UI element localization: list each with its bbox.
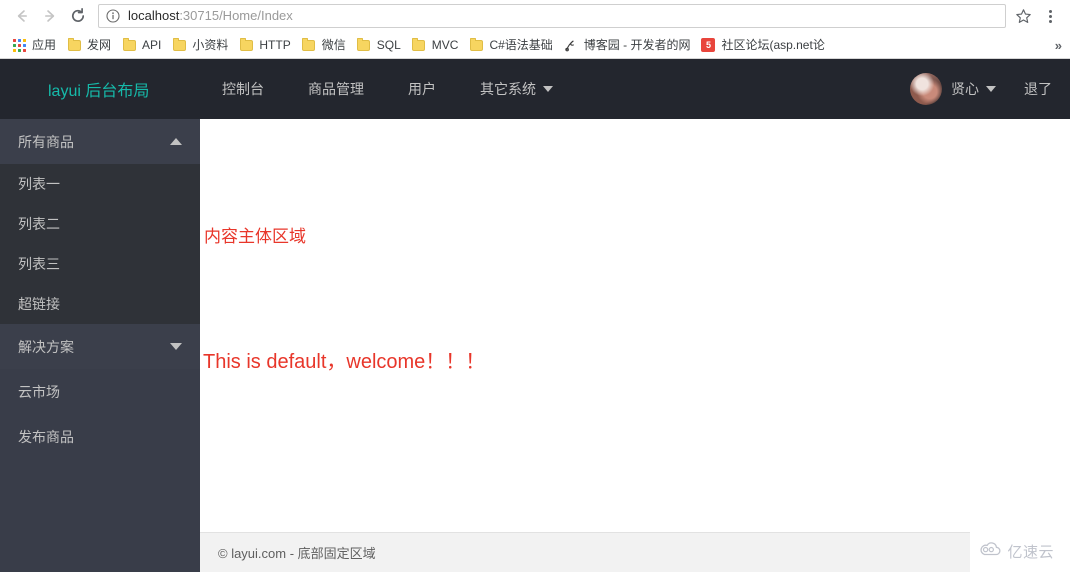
browser-toolbar: localhost:30715/Home/Index xyxy=(0,0,1070,32)
address-bar[interactable]: localhost:30715/Home/Index xyxy=(98,4,1006,28)
chevron-down-icon xyxy=(543,86,553,92)
bookmark-folder-fawang[interactable]: 发网 xyxy=(61,34,116,56)
avatar[interactable] xyxy=(910,73,942,105)
reload-icon[interactable] xyxy=(64,2,92,30)
sidebar-item-label: 云市场 xyxy=(18,383,60,400)
footer-text: © layui.com - 底部固定区域 xyxy=(218,546,376,561)
browser-chrome: localhost:30715/Home/Index 应用 发网 API 小资料… xyxy=(0,0,1070,59)
forum-icon: 5 xyxy=(700,37,716,53)
bookmark-overflow-icon[interactable]: » xyxy=(1055,38,1062,53)
bookmark-apps[interactable]: 应用 xyxy=(6,34,61,56)
folder-icon xyxy=(66,37,82,53)
watermark-text: 亿速云 xyxy=(1007,543,1054,561)
sidebar-item-publish-goods[interactable]: 发布商品 xyxy=(0,414,200,459)
page-info-icon[interactable] xyxy=(105,8,121,24)
header-nav: 控制台 商品管理 用户 其它系统 xyxy=(200,59,575,119)
content-welcome-text: This is default，welcome！！！ xyxy=(203,351,486,373)
nav-item-label: 商品管理 xyxy=(308,81,364,97)
bookmark-forum[interactable]: 5 社区论坛(asp.net论 xyxy=(695,34,829,56)
app-body: 所有商品 列表一 列表二 列表三 超链接 解决方案 云市场 发布商品 内容主体区… xyxy=(0,119,1070,572)
sidebar-item-list-one[interactable]: 列表一 xyxy=(0,164,200,204)
bookmark-folder-sql[interactable]: SQL xyxy=(351,34,406,56)
content-heading: 内容主体区域 xyxy=(204,227,306,246)
sidebar-item-hyperlink[interactable]: 超链接 xyxy=(0,284,200,324)
bookmark-cnblogs[interactable]: 博客园 - 开发者的网 xyxy=(558,34,696,56)
sidebar-item-label: 列表三 xyxy=(18,256,60,272)
folder-icon xyxy=(121,37,137,53)
folder-icon xyxy=(301,37,317,53)
bookmark-label: 微信 xyxy=(321,38,346,52)
sidebar-item-label: 发布商品 xyxy=(18,428,74,445)
folder-icon xyxy=(411,37,427,53)
sidebar-item-cloud-market[interactable]: 云市场 xyxy=(0,369,200,414)
folder-icon xyxy=(238,37,254,53)
bookmark-folder-xiaoziliao[interactable]: 小资料 xyxy=(166,34,233,56)
chevron-down-icon xyxy=(986,86,996,92)
main-content: 内容主体区域 This is default，welcome！！！ xyxy=(200,119,1070,572)
bookmark-label: API xyxy=(142,38,162,52)
bookmark-label: SQL xyxy=(376,38,401,52)
watermark: 亿速云 xyxy=(977,540,1054,562)
bookmark-folder-csharp[interactable]: C#语法基础 xyxy=(463,34,557,56)
url-path: :30715/Home/Index xyxy=(179,8,293,23)
user-name-label: 贤心 xyxy=(951,81,979,97)
bookmark-label: 小资料 xyxy=(192,38,229,52)
sidebar-item-label: 列表一 xyxy=(18,176,60,192)
chevron-down-icon xyxy=(170,343,182,350)
app-footer: © layui.com - 底部固定区域 xyxy=(200,532,970,572)
logout-button[interactable]: 退了 xyxy=(1024,79,1052,99)
layui-admin-page: layui 后台布局 控制台 商品管理 用户 其它系统 贤心 退了 所有商品 列… xyxy=(0,59,1070,572)
header-user-area: 贤心 退了 xyxy=(910,59,1070,119)
sidebar-item-list-three[interactable]: 列表三 xyxy=(0,244,200,284)
bookmark-label: 发网 xyxy=(87,38,112,52)
bookmark-folder-api[interactable]: API xyxy=(116,34,166,56)
sidebar-submenu-all-goods: 列表一 列表二 列表三 超链接 xyxy=(0,164,200,324)
sidebar-group-label: 所有商品 xyxy=(18,133,74,150)
bookmark-folder-weixin[interactable]: 微信 xyxy=(296,34,351,56)
url-text: localhost:30715/Home/Index xyxy=(128,8,293,24)
sidebar-group-all-goods[interactable]: 所有商品 xyxy=(0,119,200,164)
folder-icon xyxy=(468,37,484,53)
bookmark-bar: 应用 发网 API 小资料 HTTP 微信 SQL MVC C#语法基础 博客园… xyxy=(0,32,1070,58)
sidebar-item-list-two[interactable]: 列表二 xyxy=(0,204,200,244)
nav-item-user[interactable]: 用户 xyxy=(386,59,458,119)
bookmark-label: C#语法基础 xyxy=(489,38,553,52)
bookmark-label: 社区论坛(asp.net论 xyxy=(721,38,825,52)
user-menu[interactable]: 贤心 xyxy=(951,79,996,99)
cloud-icon xyxy=(977,540,1003,562)
bookmark-label: MVC xyxy=(431,38,459,52)
bookmark-folder-mvc[interactable]: MVC xyxy=(406,34,464,56)
sidebar-group-label: 解决方案 xyxy=(18,338,74,355)
nav-item-goods[interactable]: 商品管理 xyxy=(286,59,386,119)
url-host: localhost xyxy=(128,8,180,23)
nav-item-console[interactable]: 控制台 xyxy=(200,59,286,119)
cnblogs-icon xyxy=(563,37,579,53)
back-arrow-icon[interactable] xyxy=(8,2,36,30)
content-body: 内容主体区域 This is default，welcome！！！ xyxy=(200,119,1070,532)
sidebar: 所有商品 列表一 列表二 列表三 超链接 解决方案 云市场 发布商品 xyxy=(0,119,200,572)
app-logo[interactable]: layui 后台布局 xyxy=(0,59,200,119)
bookmark-folder-http[interactable]: HTTP xyxy=(233,34,295,56)
app-header: layui 后台布局 控制台 商品管理 用户 其它系统 贤心 退了 xyxy=(0,59,1070,119)
forward-arrow-icon[interactable] xyxy=(36,2,64,30)
nav-item-other-system[interactable]: 其它系统 xyxy=(458,59,575,119)
sidebar-item-label: 超链接 xyxy=(18,296,60,312)
nav-item-label: 控制台 xyxy=(222,81,264,97)
sidebar-group-solutions[interactable]: 解决方案 xyxy=(0,324,200,369)
browser-menu-icon[interactable] xyxy=(1038,4,1062,28)
folder-icon xyxy=(171,37,187,53)
nav-item-label: 其它系统 xyxy=(480,81,536,97)
apps-grid-icon xyxy=(11,37,27,53)
folder-icon xyxy=(356,37,372,53)
bookmark-label: HTTP xyxy=(259,38,291,52)
bookmark-label: 应用 xyxy=(32,38,57,52)
chevron-up-icon xyxy=(170,138,182,145)
nav-item-label: 用户 xyxy=(408,81,436,97)
bookmark-star-icon[interactable] xyxy=(1012,5,1034,27)
sidebar-item-label: 列表二 xyxy=(18,216,60,232)
bookmark-label: 博客园 - 开发者的网 xyxy=(583,38,691,52)
